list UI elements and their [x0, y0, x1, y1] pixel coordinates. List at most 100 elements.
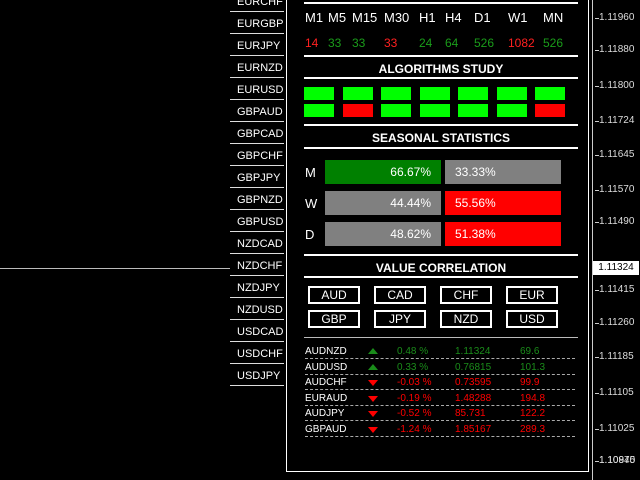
- timeframe-label: MN: [543, 10, 564, 25]
- price-tick: 1.11490: [594, 216, 635, 227]
- seasonal-right-percent: 55.56%: [445, 191, 561, 215]
- pair-name: AUDCHF: [305, 377, 347, 388]
- price-tick: 1.11260: [594, 317, 635, 328]
- correlation-value: 99.9: [520, 377, 540, 388]
- change-percent: 0.33 %: [397, 361, 429, 373]
- divider: [304, 77, 578, 79]
- algorithm-signal: [496, 87, 527, 100]
- algorithm-signal: [381, 104, 411, 117]
- seasonal-left-percent: 48.62%: [325, 222, 441, 246]
- correlation-value: 289.3: [520, 423, 546, 435]
- symbol-button[interactable]: EURGBP: [230, 14, 284, 34]
- arrow-down-icon: [368, 380, 378, 386]
- symbol-button[interactable]: NZDCHF: [230, 256, 284, 276]
- arrow-up-icon: [368, 363, 378, 370]
- seasonal-right-percent: 33.33%: [445, 160, 561, 184]
- correlation-value: 122.2: [520, 408, 546, 419]
- correlation-row: AUDUSD 0.33 % 0.76815 101.3: [305, 360, 575, 375]
- pair-name: EURAUD: [305, 392, 348, 404]
- divider: [304, 2, 578, 4]
- algorithm-signal: [342, 87, 373, 100]
- timeframe-value: 33: [384, 36, 398, 50]
- correlation-row: AUDNZD 0.48 % 1.11324 69.6: [305, 344, 575, 359]
- pair-name: GBPAUD: [305, 423, 347, 435]
- symbol-button[interactable]: GBPCAD: [230, 124, 284, 144]
- price-tick: 1.11880: [594, 44, 635, 55]
- correlation-row: AUDCHF -0.03 % 0.73595 99.9: [305, 375, 575, 390]
- price-tick: 1.11960: [594, 12, 635, 23]
- algorithm-signal: [496, 104, 527, 117]
- symbol-button[interactable]: USDCHF: [230, 344, 284, 364]
- divider: [304, 276, 578, 278]
- pair-price: 0.73595: [455, 377, 492, 388]
- pair-name: AUDUSD: [305, 361, 348, 373]
- currency-button-nzd[interactable]: NZD: [440, 310, 492, 328]
- pair-name: AUDNZD: [305, 346, 347, 357]
- currency-button-chf[interactable]: CHF: [440, 286, 492, 304]
- correlation-row: AUDJPY -0.52 % 85.731 122.2: [305, 406, 575, 421]
- seasonal-left-percent: 44.44%: [325, 191, 441, 215]
- symbol-button[interactable]: NZDCAD: [230, 234, 284, 254]
- arrow-down-icon: [368, 395, 378, 402]
- timeframe-label: W1: [508, 10, 528, 25]
- algorithm-signal: [304, 87, 334, 100]
- symbol-button[interactable]: GBPJPY: [230, 168, 284, 188]
- symbol-button[interactable]: NZDJPY: [230, 278, 284, 298]
- algorithm-signal: [458, 104, 488, 117]
- symbol-button[interactable]: GBPUSD: [230, 212, 284, 232]
- price-tick: 1.10870: [594, 455, 636, 466]
- seasonal-right-percent: 51.38%: [445, 222, 561, 246]
- seasonal-row-label: D: [305, 227, 315, 242]
- symbol-button[interactable]: EURJPY: [230, 36, 284, 56]
- pair-price: 1.11324: [455, 346, 491, 357]
- price-tick: 1.11185: [595, 351, 634, 362]
- timeframe-label: M15: [352, 10, 378, 25]
- timeframe-value: 64: [445, 36, 459, 50]
- currency-button-aud[interactable]: AUD: [308, 286, 360, 304]
- divider: [304, 55, 578, 57]
- currency-button-usd[interactable]: USD: [506, 310, 558, 328]
- divider: [304, 337, 578, 338]
- currency-button-eur[interactable]: EUR: [506, 286, 558, 304]
- currency-button-cad[interactable]: CAD: [374, 286, 426, 304]
- symbol-button[interactable]: USDCAD: [230, 322, 284, 342]
- arrow-down-icon: [368, 411, 378, 417]
- correlation-value: 69.6: [520, 346, 540, 357]
- timeframe-value: 33: [328, 36, 342, 50]
- seasonal-left-percent: 66.67%: [325, 160, 441, 184]
- timeframe-label: H4: [445, 10, 462, 25]
- symbol-button[interactable]: EURCHF: [230, 0, 284, 12]
- seasonal-row-label: M: [305, 165, 316, 180]
- arrow-up-icon: [368, 348, 378, 354]
- symbol-button[interactable]: NZDUSD: [230, 300, 284, 320]
- currency-button-gbp[interactable]: GBP: [308, 310, 360, 328]
- price-tick: 1.11025: [594, 423, 635, 434]
- seasonal-title: SEASONAL STATISTICS: [371, 131, 510, 145]
- seasonal-row-label: W: [305, 196, 318, 211]
- change-percent: -0.19 %: [397, 392, 432, 404]
- symbol-button[interactable]: GBPNZD: [230, 190, 284, 210]
- symbol-button[interactable]: GBPCHF: [230, 146, 284, 166]
- algorithms-title: ALGORITHMS STUDY: [378, 62, 504, 76]
- pair-price: 1.85167: [455, 423, 492, 435]
- algorithm-signal: [419, 104, 450, 117]
- current-price-label: 1.11324: [593, 261, 639, 275]
- symbol-button[interactable]: EURNZD: [230, 58, 284, 78]
- timeframe-label: M1: [305, 10, 324, 25]
- timeframe-value: 526: [474, 36, 495, 50]
- symbol-button[interactable]: USDJPY: [230, 366, 284, 386]
- change-percent: 0.48 %: [397, 346, 429, 357]
- symbol-button[interactable]: EURUSD: [230, 80, 284, 100]
- change-percent: -0.52 %: [397, 408, 432, 419]
- symbol-button[interactable]: GBPAUD: [230, 102, 284, 122]
- divider: [304, 147, 578, 149]
- timeframe-value: 24: [419, 36, 433, 50]
- divider: [304, 124, 578, 126]
- algorithm-signal: [381, 87, 411, 100]
- currency-button-jpy[interactable]: JPY: [374, 310, 426, 328]
- correlation-title: VALUE CORRELATION: [375, 261, 507, 275]
- divider: [304, 254, 578, 256]
- price-tick: 1.11570: [594, 184, 635, 195]
- change-percent: -1.24 %: [397, 423, 432, 435]
- timeframe-label: D1: [474, 10, 491, 25]
